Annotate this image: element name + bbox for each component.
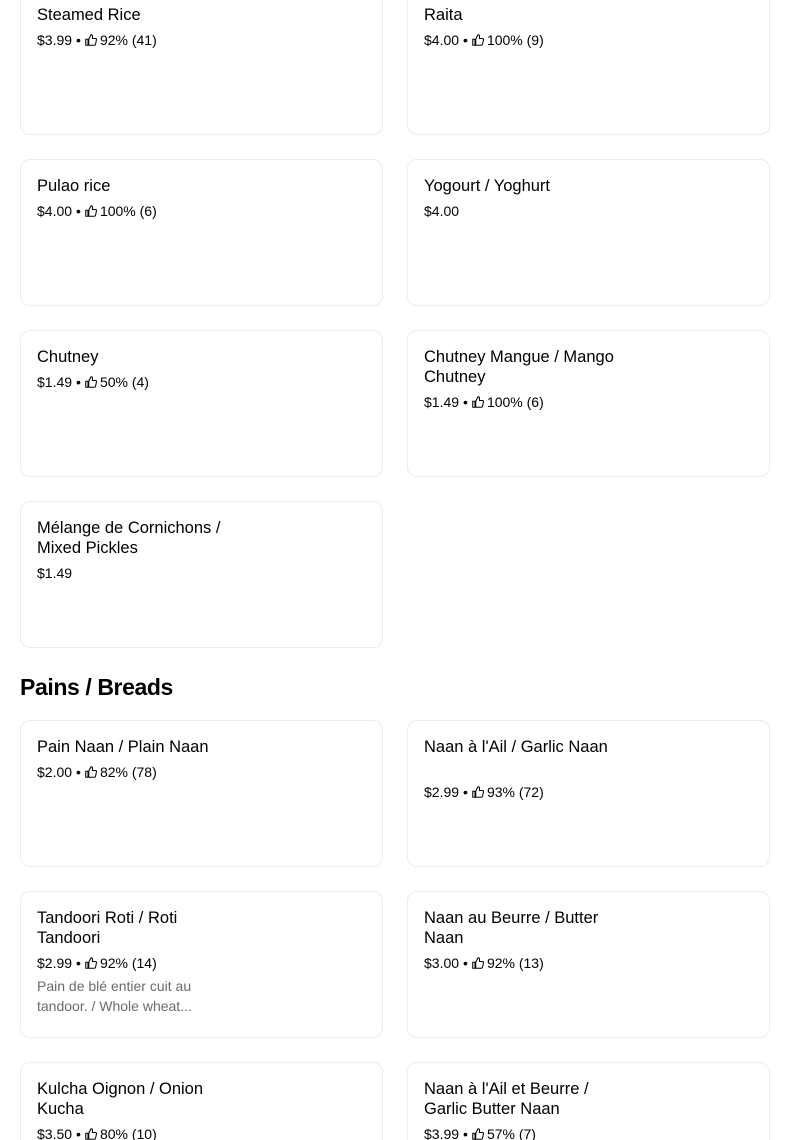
menu-item-card[interactable]: Steamed Rice $3.99 • 92% (41) (20, 0, 383, 135)
item-name: Mélange de Cornichons / Mixed Pickles (37, 519, 221, 557)
item-name: Tandoori Roti / Roti Tandoori (37, 909, 178, 947)
item-name: Pulao rice (37, 177, 111, 195)
item-rating: 92% (41) (99, 32, 157, 48)
item-meta: $3.99 • 92% (41) (37, 32, 157, 48)
item-meta: $1.49 (37, 564, 72, 582)
item-price: $1.49 (37, 374, 73, 390)
item-rating: 100% (6) (99, 203, 157, 219)
menu-item-card[interactable]: Chutney $1.49 • 50% (4) (20, 330, 383, 477)
item-name: Naan à l'Ail et Beurre / Garlic Butter N… (424, 1080, 589, 1118)
menu-page: Steamed Rice $3.99 • 92% (41) Raita $4.0… (0, 0, 804, 1140)
item-meta: $2.00 • 82% (78) (37, 764, 157, 780)
item-rating: 93% (72) (486, 784, 544, 800)
item-rating: 92% (13) (486, 955, 544, 971)
menu-item-card[interactable]: Naan à l'Ail et Beurre / Garlic Butter N… (407, 1062, 770, 1140)
item-price: $4.00 (37, 203, 73, 219)
item-price: $2.00 (37, 764, 73, 780)
item-name: Raita (424, 6, 463, 24)
item-rating: 100% (6) (486, 394, 544, 410)
item-meta: $4.00 • 100% (6) (37, 203, 157, 219)
menu-item-card[interactable]: Pulao rice $4.00 • 100% (6) (20, 159, 383, 306)
thumbs-up-icon (85, 766, 97, 778)
item-meta: $1.49 • 100% (6) (424, 394, 544, 410)
thumbs-up-icon (85, 376, 97, 388)
item-rating: 100% (9) (486, 32, 544, 48)
item-meta: $4.00 • 100% (9) (424, 32, 544, 48)
thumbs-up-icon (85, 957, 97, 969)
item-price: $4.00 (424, 203, 460, 219)
item-price: $2.99 (37, 955, 73, 971)
thumbs-up-icon (472, 786, 484, 798)
item-name: Yogourt / Yoghurt (424, 177, 551, 195)
item-price: $2.99 (424, 784, 460, 800)
thumbs-up-icon (472, 34, 484, 46)
item-meta: $3.50 • 80% (10) (37, 1125, 157, 1140)
item-name: Pain Naan / Plain Naan (37, 738, 209, 756)
item-rating: 57% (7) (486, 1126, 536, 1140)
item-price: $1.49 (37, 565, 73, 581)
item-meta: $1.49 • 50% (4) (37, 374, 149, 390)
item-rating: 50% (4) (99, 374, 149, 390)
menu-item-card[interactable]: Chutney Mangue / Mango Chutney $1.49 • 1… (407, 330, 770, 477)
item-name: Chutney (37, 348, 99, 366)
item-meta: $2.99 • 92% (14) (37, 955, 157, 971)
item-meta: $3.00 • 92% (13) (424, 955, 544, 971)
menu-item-card[interactable]: Naan au Beurre / Butter Naan $3.00 • 92%… (407, 891, 770, 1038)
item-meta: $4.00 (424, 202, 459, 220)
section-title-breads: Pains / Breads (20, 674, 173, 700)
item-name: Steamed Rice (37, 6, 141, 24)
item-rating: 80% (10) (99, 1126, 157, 1140)
thumbs-up-icon (472, 1128, 484, 1140)
thumbs-up-icon (472, 957, 484, 969)
item-name: Naan au Beurre / Butter Naan (424, 909, 599, 947)
item-price: $4.00 (424, 32, 460, 48)
item-price: $3.99 (424, 1126, 460, 1140)
thumbs-up-icon (472, 396, 484, 408)
item-rating: 82% (78) (99, 764, 157, 780)
item-price: $3.99 (37, 32, 73, 48)
item-rating: 92% (14) (99, 955, 157, 971)
item-name: Naan à l'Ail / Garlic Naan (424, 738, 608, 756)
thumbs-up-icon (85, 1128, 97, 1140)
item-price: $3.50 (37, 1126, 73, 1140)
menu-item-card[interactable]: Naan à l'Ail / Garlic Naan $2.99 • 93% (… (407, 720, 770, 867)
menu-item-card[interactable]: Mélange de Cornichons / Mixed Pickles $1… (20, 501, 383, 648)
menu-item-card[interactable]: Raita $4.00 • 100% (9) (407, 0, 770, 135)
menu-item-card[interactable]: Kulcha Oignon / Onion Kucha $3.50 • 80% … (20, 1062, 383, 1140)
menu-item-card[interactable]: Yogourt / Yoghurt $4.00 (407, 159, 770, 306)
thumbs-up-icon (85, 205, 97, 217)
item-meta: $3.99 • 57% (7) (424, 1125, 536, 1140)
menu-item-card[interactable]: Pain Naan / Plain Naan $2.00 • 82% (78) (20, 720, 383, 867)
item-name: Kulcha Oignon / Onion Kucha (37, 1080, 204, 1118)
item-price: $3.00 (424, 955, 460, 971)
item-meta: $2.99 • 93% (72) (424, 784, 544, 800)
menu-item-card[interactable]: Tandoori Roti / Roti Tandoori $2.99 • 92… (20, 891, 383, 1038)
item-name: Chutney Mangue / Mango Chutney (424, 348, 614, 386)
item-price: $1.49 (424, 394, 460, 410)
item-description: Pain de blé entier cuit au tandoor. / Wh… (37, 978, 192, 1014)
thumbs-up-icon (85, 34, 97, 46)
